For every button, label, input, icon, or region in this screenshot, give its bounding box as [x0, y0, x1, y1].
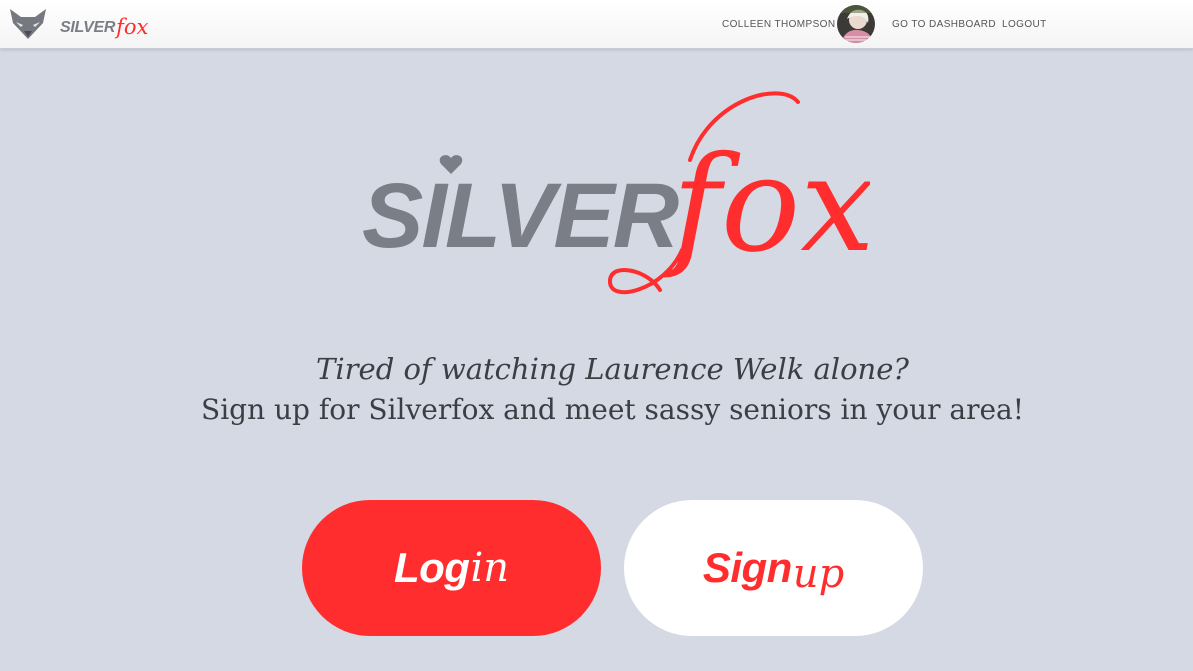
signup-button-label-bold: Sign: [702, 544, 793, 591]
silverfox-logo-graphic: SILVER fox: [362, 91, 870, 295]
fox-head-icon: [10, 9, 46, 39]
tagline-invitation: Sign up for Silverfox and meet sassy sen…: [201, 393, 1024, 426]
hero-logo-silver: SILVER: [362, 165, 679, 267]
login-button-label-bold: Log: [393, 544, 470, 591]
user-avatar[interactable]: [837, 5, 875, 43]
brand-home-link[interactable]: SILVER fox: [8, 6, 148, 42]
brand-wordmark-fox: fox: [116, 15, 149, 39]
user-avatar-image: [837, 5, 875, 43]
silverfox-hero-logo: SILVER fox: [360, 90, 870, 305]
brand-wordmark: SILVER fox: [60, 13, 149, 39]
signup-button[interactable]: Sign up: [624, 500, 923, 636]
login-button[interactable]: Log in: [302, 500, 601, 636]
go-to-dashboard-link[interactable]: GO TO DASHBOARD: [892, 0, 996, 48]
signup-button-label-script: up: [792, 551, 845, 597]
brand-wordmark-silver: SILVER: [60, 19, 116, 36]
login-button-label-script: in: [470, 545, 510, 591]
current-user-name: COLLEEN THOMPSON: [722, 18, 836, 30]
tagline-question: Tired of watching Laurence Welk alone?: [316, 352, 909, 386]
top-navigation-bar: SILVER fox COLLEEN THOMPSON GO TO DASHBO…: [0, 0, 1193, 49]
logout-link[interactable]: LOGOUT: [1002, 0, 1047, 48]
